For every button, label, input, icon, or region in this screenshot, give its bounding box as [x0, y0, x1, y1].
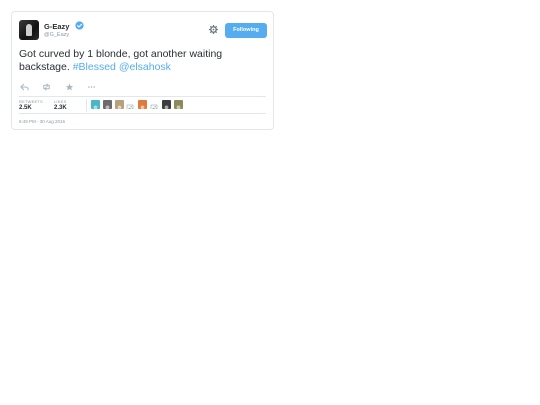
likes-label: LIKES: [54, 99, 67, 104]
like-star-icon[interactable]: [65, 83, 74, 91]
hashtag-link[interactable]: #Blessed: [73, 61, 116, 73]
liker-avatar-icon[interactable]: [91, 100, 100, 109]
likes-count[interactable]: 2.3K: [54, 105, 67, 111]
tweet-card: G-Eazy @G_Eazy Following Got curved by 1…: [11, 11, 274, 130]
author-display-name[interactable]: G-Eazy: [44, 22, 69, 31]
liker-avatar-icon[interactable]: [161, 100, 171, 109]
liker-broken-image-icon[interactable]: [150, 100, 159, 109]
gear-icon[interactable]: [209, 25, 218, 34]
retweets-count[interactable]: 2.5K: [19, 105, 32, 111]
liker-broken-image-icon[interactable]: [126, 100, 136, 109]
mention-link[interactable]: @elsahosk: [119, 61, 171, 73]
stats-separator: [86, 99, 87, 112]
more-icon[interactable]: [87, 83, 96, 91]
reply-icon[interactable]: [20, 83, 29, 91]
liker-avatar-icon[interactable]: [114, 100, 124, 109]
avatar-figure: [26, 24, 32, 36]
author-avatar[interactable]: [19, 20, 39, 40]
liker-avatar-icon[interactable]: [173, 100, 183, 109]
tweet-timestamp[interactable]: 6:49 PM - 30 Aug 2016: [19, 119, 65, 124]
retweets-label: RETWEETS: [19, 99, 43, 104]
liker-avatar-icon[interactable]: [102, 100, 112, 109]
following-button[interactable]: Following: [225, 23, 267, 38]
stats-divider: [19, 96, 266, 97]
tweet-text: Got curved by 1 blonde, got another wait…: [19, 48, 267, 74]
stats-divider-bottom: [19, 113, 266, 114]
retweet-icon[interactable]: [42, 83, 51, 91]
verified-badge-icon: [75, 21, 84, 30]
author-handle[interactable]: @G_Eazy: [44, 32, 69, 38]
liker-avatar-icon[interactable]: [138, 100, 148, 109]
